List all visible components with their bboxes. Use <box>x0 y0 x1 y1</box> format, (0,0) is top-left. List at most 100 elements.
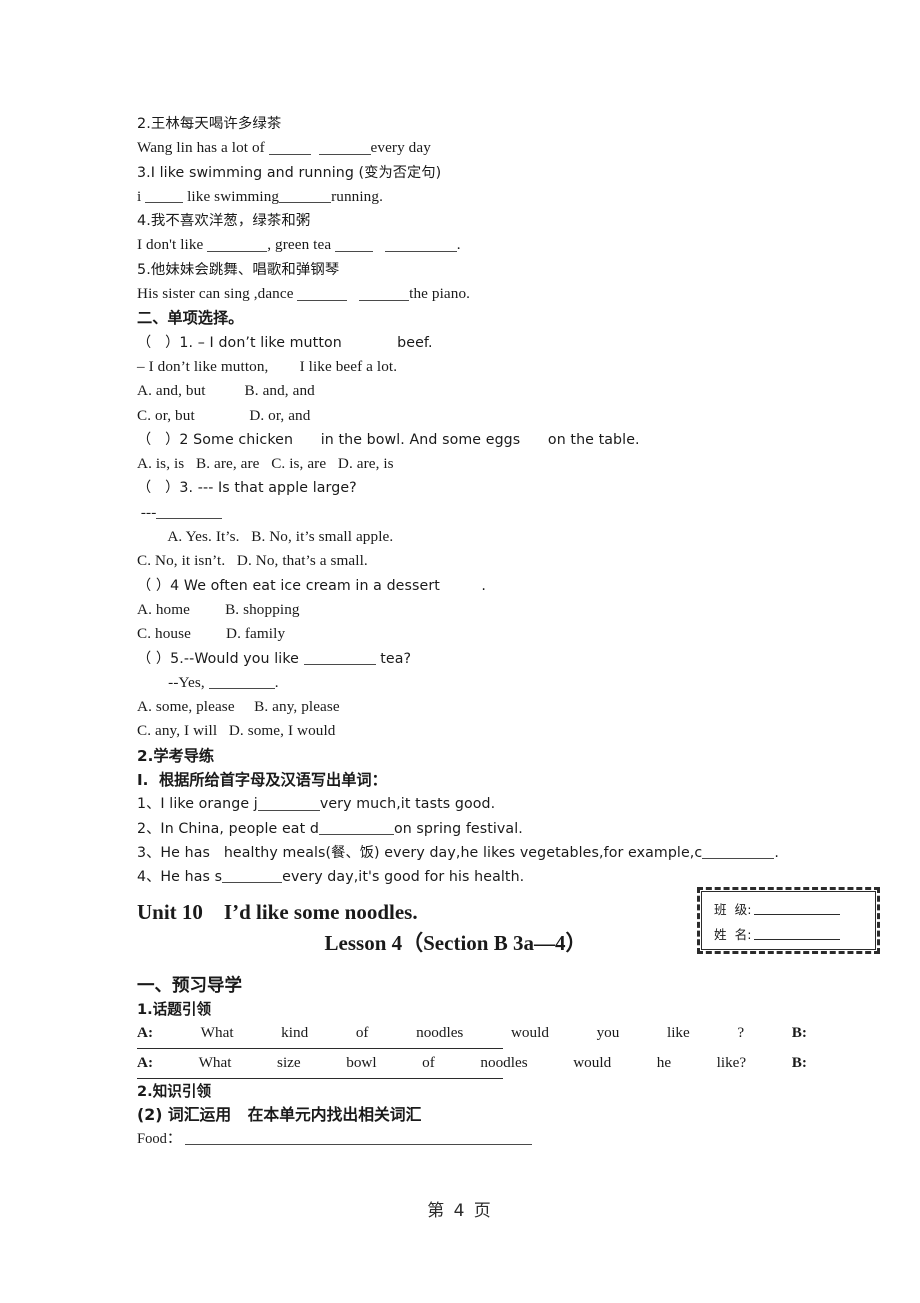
answer-blank[interactable] <box>145 188 184 204</box>
exam-practice-section: 2.学考导练 I. 根据所给首字母及汉语写出单词： 1、I like orang… <box>137 744 837 890</box>
w3-pre: 3、He has healthy meals(餐、饭) every day,he… <box>137 844 703 861</box>
food-row: Food： <box>137 1128 807 1150</box>
mc-question-3-options-cd[interactable]: C. No, it isn’t. D. No, that’s a small. <box>137 549 837 573</box>
w2-tail: on spring festival. <box>393 820 523 837</box>
worksheet-page: 2.王林每天喝许多绿茶 Wang lin has a lot of every … <box>0 0 920 1303</box>
topic-lead-heading: 1.话题引领 <box>137 1001 212 1018</box>
answer-blank[interactable] <box>208 674 275 690</box>
class-field-row: 班 级: <box>714 897 867 922</box>
translation-questions: 2.王林每天喝许多绿茶 Wang lin has a lot of every … <box>137 112 837 306</box>
question-5-english: His sister can sing ,dance the piano. <box>137 282 837 306</box>
dlg2-word: like? <box>716 1054 747 1071</box>
q4-mid2 <box>373 236 385 253</box>
dlg1-word: kind <box>281 1024 309 1041</box>
exam-practice-subheading: I. 根据所给首字母及汉语写出单词： <box>137 771 387 790</box>
page-footer: 第 4 页 <box>427 1201 493 1221</box>
mc-question-2-options[interactable]: A. is, is B. are, are C. is, are D. are,… <box>137 452 837 476</box>
mc-question-3-options-ab[interactable]: A. Yes. It’s. B. No, it’s small apple. <box>137 525 837 549</box>
answer-blank[interactable] <box>359 285 410 301</box>
dlg2-word: What <box>198 1054 232 1071</box>
dlg1-word: like <box>666 1024 690 1041</box>
answer-blank[interactable] <box>297 285 348 301</box>
dlg2-word: would <box>573 1054 612 1071</box>
answer-blank[interactable] <box>335 236 374 252</box>
food-answer-blank[interactable] <box>185 1131 533 1145</box>
exam-practice-heading: 2.学考导练 <box>137 746 215 765</box>
dlg2-word: size <box>277 1054 301 1071</box>
q4-tail: . <box>456 236 461 254</box>
dlg1-word: What <box>200 1024 234 1041</box>
mc5b-pre: --Yes, <box>137 673 209 691</box>
mc5-pre: （ ）5.--Would you like <box>137 650 304 667</box>
answer-blank[interactable] <box>318 139 371 155</box>
question-5-chinese: 5.他妹妹会跳舞、唱歌和弹钢琴 <box>137 261 340 278</box>
unit-header: Unit 10 I’d like some noodles. Lesson 4（… <box>137 897 682 959</box>
q4-pre: I don't like <box>137 236 208 254</box>
mc-question-5-response: --Yes, . <box>137 671 837 695</box>
answer-blank[interactable] <box>268 139 311 155</box>
word-question-3: 3、He has healthy meals(餐、饭) every day,he… <box>137 841 837 865</box>
answer-blank[interactable] <box>702 845 775 860</box>
word-question-1: 1、I like orange j very much,it tasts good… <box>137 792 837 816</box>
class-label: 班 级: <box>714 902 752 917</box>
dialogue-row-2: A: What size bowl of noodles would he li… <box>137 1051 807 1074</box>
dialogue-row-1: A: What kind of noodles would you like ?… <box>137 1021 807 1044</box>
w1-tail: very much,it tasts good. <box>319 796 496 813</box>
q2-pre: Wang lin has a lot of <box>137 139 269 157</box>
question-4-chinese: 4.我不喜欢洋葱，绿茶和粥 <box>137 213 311 230</box>
mc-question-1-options-ab[interactable]: A. and, but B. and, and <box>137 379 837 403</box>
mc-question-4-options-cd[interactable]: C. house D. family <box>137 622 837 646</box>
mc-question-5-options-ab[interactable]: A. some, please B. any, please <box>137 695 837 719</box>
mc-question-3-answer-line: --- <box>137 501 837 525</box>
q5-pre: His sister can sing ,dance <box>137 285 298 303</box>
mc-question-1-options-cd[interactable]: C. or, but D. or, and <box>137 404 837 428</box>
mc-question-3-stem: （ ）3. --- Is that apple large? <box>137 480 357 497</box>
speaker-a-label: A: <box>137 1054 154 1071</box>
q2-tail: every day <box>370 139 431 157</box>
q5-mid <box>347 285 359 302</box>
answer-blank[interactable] <box>303 650 376 665</box>
answer-blank[interactable] <box>279 188 332 204</box>
answer-blank[interactable] <box>222 869 283 884</box>
lesson-title: Lesson 4（Section B 3a—4） <box>324 931 587 955</box>
dlg2-word: he <box>656 1054 672 1071</box>
mc-question-1-response: – I don’t like mutton, I like beef a lot… <box>137 357 398 375</box>
name-input[interactable] <box>754 929 841 941</box>
answer-blank[interactable] <box>156 504 223 520</box>
speaker-a-label: A: <box>137 1024 154 1041</box>
w1-pre: 1、I like orange j <box>137 796 258 813</box>
mc-question-4-options-ab[interactable]: A. home B. shopping <box>137 598 837 622</box>
dlg2-word: of <box>422 1054 435 1071</box>
answer-blank[interactable] <box>318 820 394 835</box>
preview-section: 一、预习导学 1.话题引领 A: What kind of noodles wo… <box>137 973 807 1150</box>
w4-tail: every day,it's good for his health. <box>282 869 525 886</box>
name-field-row: 姓 名: <box>714 922 867 947</box>
answer-blank[interactable] <box>384 236 457 252</box>
q3-mid: like swimming <box>183 187 280 205</box>
q4-mid: , green tea <box>267 236 336 254</box>
multiple-choice-section: 二、单项选择。 （ ）1. – I don’t like mutton beef… <box>137 306 837 743</box>
mc-question-2-stem: （ ）2 Some chicken in the bowl. And some … <box>137 431 640 448</box>
answer-blank[interactable] <box>207 236 268 252</box>
dlg1-word: ? <box>737 1024 745 1041</box>
dlg2-word: noodles <box>480 1054 528 1071</box>
multiple-choice-heading: 二、单项选择。 <box>137 309 244 328</box>
mc-question-5-options-cd[interactable]: C. any, I will D. some, I would <box>137 719 837 743</box>
dialogue-1-answer-line[interactable] <box>137 1048 503 1049</box>
answer-blank[interactable] <box>257 796 320 811</box>
word-question-4: 4、He has s every day,it's good for his he… <box>137 865 837 889</box>
student-info-box: 班 级: 姓 名: <box>697 887 880 954</box>
dlg1-word: of <box>355 1024 369 1041</box>
w2-pre: 2、In China, people eat d <box>137 820 319 837</box>
mc-question-1-stem: （ ）1. – I don’t like mutton beef. <box>137 334 433 351</box>
class-input[interactable] <box>754 904 841 916</box>
question-3-chinese: 3.I like swimming and running (变为否定句) <box>137 164 442 181</box>
speaker-b-label: B: <box>791 1054 807 1071</box>
dialogue-2-answer-line[interactable] <box>137 1078 503 1079</box>
name-label: 姓 名: <box>714 927 752 942</box>
mc-question-4-stem: （ ）4 We often eat ice cream in a dessert… <box>137 577 487 594</box>
question-3-english: i like swimming running. <box>137 185 837 209</box>
preview-heading: 一、预习导学 <box>137 976 242 996</box>
dlg2-word: bowl <box>346 1054 377 1071</box>
mc3-dash: --- <box>137 503 157 521</box>
